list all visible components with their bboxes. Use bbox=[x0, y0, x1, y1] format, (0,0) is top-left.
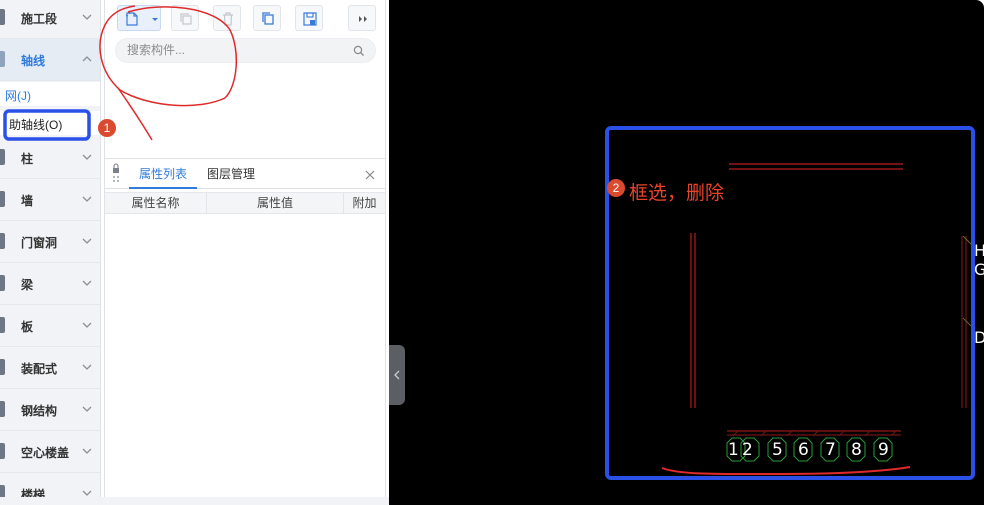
property-table-header: 属性名称 属性值 附加 bbox=[105, 192, 385, 214]
trash-icon bbox=[223, 12, 233, 26]
category-slab[interactable]: 板 bbox=[0, 305, 100, 347]
category-label: 板 bbox=[21, 320, 34, 334]
axis-number-1: 1 bbox=[728, 440, 739, 460]
new-file-icon bbox=[125, 11, 138, 26]
step-badge-2: 2 bbox=[607, 179, 625, 197]
category-icon bbox=[0, 51, 5, 67]
category-label: 钢结构 bbox=[21, 404, 58, 418]
chevron-down-icon bbox=[82, 154, 92, 160]
search-input[interactable] bbox=[127, 43, 347, 57]
component-list-panel: 属性列表 图层管理 属性名称 属性值 附加 bbox=[104, 0, 386, 505]
properties-panel: 属性列表 图层管理 属性名称 属性值 附加 bbox=[105, 158, 385, 505]
axis-number-9: 9 bbox=[878, 440, 889, 460]
category-door-window-opening[interactable]: 门窗洞 bbox=[0, 221, 100, 263]
chevron-left-icon bbox=[394, 370, 400, 380]
category-icon bbox=[0, 149, 5, 165]
category-axis[interactable]: 轴线 bbox=[0, 39, 100, 81]
copy-icon bbox=[180, 13, 192, 25]
category-icon bbox=[0, 9, 5, 25]
category-beam[interactable]: 梁 bbox=[0, 263, 100, 305]
category-label: 空心楼盖 bbox=[21, 446, 70, 460]
category-icon bbox=[0, 401, 5, 417]
chevron-down-icon bbox=[82, 322, 92, 328]
save-template-button[interactable] bbox=[295, 5, 323, 31]
chevron-down-icon bbox=[82, 406, 92, 412]
category-icon bbox=[0, 233, 5, 249]
pin-lock-icon[interactable] bbox=[111, 163, 121, 185]
new-component-button[interactable] bbox=[117, 5, 161, 31]
delete-component-button[interactable] bbox=[213, 5, 241, 31]
category-label: 装配式 bbox=[21, 362, 58, 376]
column-header-property-value[interactable]: 属性值 bbox=[207, 193, 344, 214]
category-wall[interactable]: 墙 bbox=[0, 179, 100, 221]
column-header-property-name[interactable]: 属性名称 bbox=[105, 193, 207, 214]
category-hollow-floor[interactable]: 空心楼盖 bbox=[0, 431, 100, 473]
axis-number-7: 7 bbox=[825, 440, 836, 460]
subitem-label: 网(J) bbox=[5, 89, 31, 103]
subitem-label: 助轴线(O) bbox=[9, 118, 63, 132]
tab-layer-management[interactable]: 图层管理 bbox=[207, 159, 263, 189]
subitem-axis-grid[interactable]: 网(J) bbox=[0, 82, 100, 106]
instruction-note: 框选，删除 bbox=[629, 182, 725, 204]
duplicate-icon bbox=[262, 12, 274, 25]
expand-toolbar-button[interactable] bbox=[348, 5, 376, 31]
close-icon[interactable] bbox=[365, 170, 375, 180]
chevron-down-icon bbox=[82, 196, 92, 202]
category-icon bbox=[0, 275, 5, 291]
properties-tab-bar: 属性列表 图层管理 bbox=[105, 159, 385, 189]
category-label: 梁 bbox=[21, 278, 34, 292]
category-label: 施工段 bbox=[21, 12, 58, 26]
category-label: 门窗洞 bbox=[21, 236, 58, 250]
chevron-down-icon bbox=[82, 448, 92, 454]
axis-number-5: 5 bbox=[772, 440, 783, 460]
category-steel-structure[interactable]: 钢结构 bbox=[0, 389, 100, 431]
tab-property-list[interactable]: 属性列表 bbox=[129, 159, 197, 189]
category-label: 墙 bbox=[21, 194, 34, 208]
double-chevron-right-icon bbox=[359, 16, 367, 22]
drawing-canvas[interactable]: 1 2 5 6 7 8 9 H G D bbox=[389, 0, 984, 505]
category-label: 柱 bbox=[21, 152, 34, 166]
collapse-panel-handle[interactable] bbox=[389, 345, 405, 405]
axis-letter-h: H bbox=[974, 241, 984, 260]
save-icon bbox=[303, 12, 317, 26]
category-label: 轴线 bbox=[21, 54, 46, 68]
column-header-extra[interactable]: 附加 bbox=[344, 193, 385, 214]
category-icon bbox=[0, 359, 5, 375]
cad-drawing bbox=[690, 163, 972, 462]
component-search-box[interactable] bbox=[115, 38, 376, 63]
axis-letter-d: D bbox=[974, 328, 984, 347]
chevron-down-icon bbox=[82, 280, 92, 286]
category-prefabricated[interactable]: 装配式 bbox=[0, 347, 100, 389]
search-icon[interactable] bbox=[353, 45, 365, 57]
axis-number-6: 6 bbox=[798, 440, 809, 460]
dropdown-caret-icon bbox=[152, 18, 158, 21]
category-column[interactable]: 柱 bbox=[0, 137, 100, 179]
axis-letter-g: G bbox=[974, 260, 984, 279]
component-category-sidebar: 施工段 轴线 网(J) 助轴线(O) 柱 墙 门窗洞 梁 板 装配式 钢结构 空… bbox=[0, 0, 101, 505]
category-construction-section[interactable]: 施工段 bbox=[0, 0, 100, 39]
axis-number-2: 2 bbox=[742, 440, 753, 460]
step-badge-1: 1 bbox=[98, 119, 116, 137]
chevron-down-icon bbox=[82, 364, 92, 370]
category-icon bbox=[0, 443, 5, 459]
category-icon bbox=[0, 191, 5, 207]
chevron-down-icon bbox=[82, 14, 92, 20]
chevron-up-icon bbox=[82, 56, 92, 62]
axis-number-8: 8 bbox=[851, 440, 862, 460]
chevron-down-icon bbox=[82, 238, 92, 244]
copy-component-button[interactable] bbox=[171, 5, 199, 31]
bottom-status-bar bbox=[0, 497, 389, 505]
category-icon bbox=[0, 317, 5, 333]
subitem-auxiliary-axis[interactable]: 助轴线(O) bbox=[0, 111, 100, 135]
duplicate-layer-button[interactable] bbox=[253, 5, 281, 31]
